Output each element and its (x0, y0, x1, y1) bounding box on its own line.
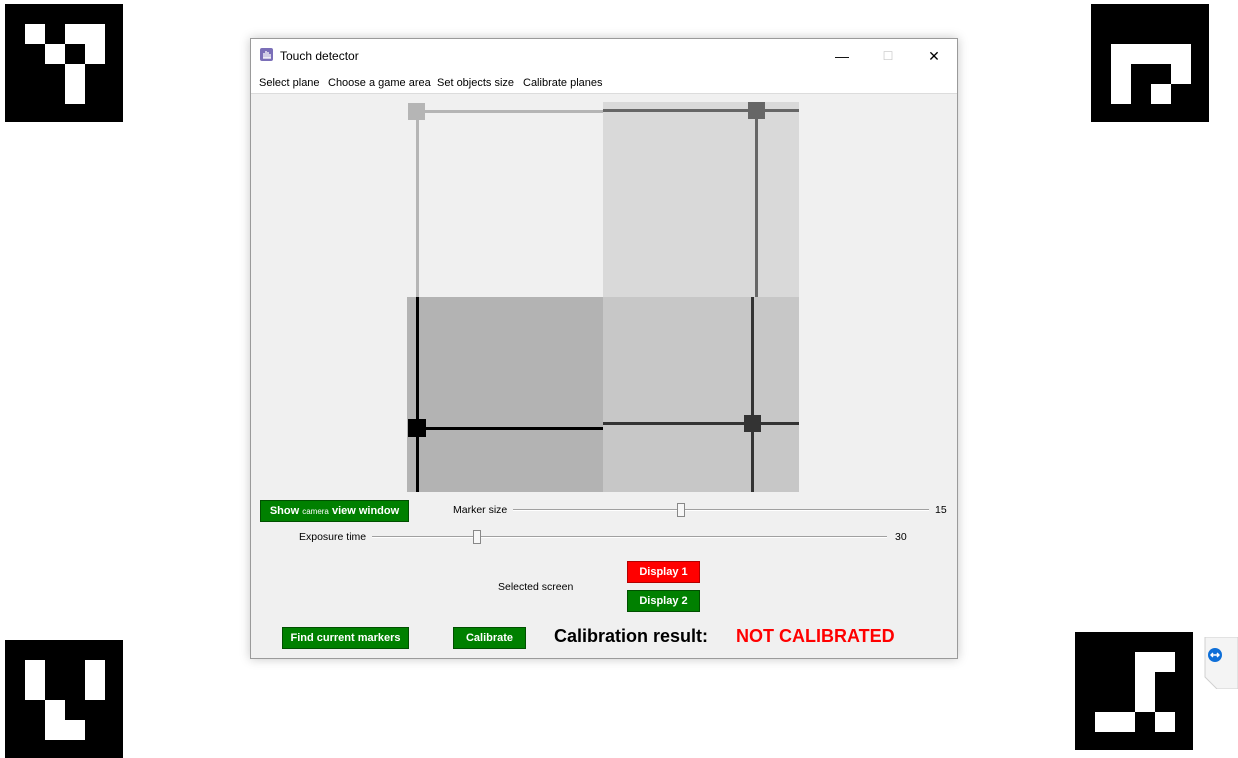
minimize-button[interactable]: — (819, 39, 865, 73)
display-2-button[interactable]: Display 2 (627, 590, 700, 612)
corner-handle-top-left[interactable] (408, 103, 425, 120)
guide-line (416, 110, 419, 297)
guide-line (416, 110, 603, 113)
remote-session-widget[interactable] (1203, 636, 1238, 690)
aruco-marker-bottom-left (5, 640, 123, 758)
quadrant-bottom-right (603, 297, 799, 492)
app-hand-icon (260, 48, 273, 61)
corner-handle-bottom-right[interactable] (744, 415, 761, 432)
menu-calibrate-planes[interactable]: Calibrate planes (523, 77, 603, 89)
touch-detector-window: Touch detector — ☐ ✕ Select plane Choose… (250, 38, 958, 659)
guide-line (751, 297, 754, 492)
marker-size-slider-thumb[interactable] (677, 503, 686, 517)
show-camera-label-suffix: view window (328, 505, 400, 517)
quadrant-bottom-left (407, 297, 603, 492)
maximize-button[interactable]: ☐ (865, 39, 911, 73)
exposure-time-value: 30 (895, 531, 907, 543)
corner-handle-bottom-left[interactable] (408, 419, 426, 437)
plane-preview-canvas[interactable] (407, 102, 799, 492)
selected-screen-label: Selected screen (498, 581, 574, 593)
quadrant-top-left (407, 102, 603, 297)
find-current-markers-button[interactable]: Find current markers (282, 627, 409, 649)
menu-bar: Select plane Choose a game area Set obje… (251, 73, 957, 94)
title-bar: Touch detector — ☐ ✕ (251, 39, 957, 73)
corner-handle-top-right[interactable] (748, 102, 765, 119)
show-camera-label-small: camera (302, 507, 329, 516)
exposure-time-slider-thumb[interactable] (472, 530, 481, 544)
display-1-button[interactable]: Display 1 (627, 561, 700, 583)
aruco-marker-top-left (5, 4, 123, 122)
menu-choose-game-area[interactable]: Choose a game area (328, 77, 431, 89)
guide-line (416, 427, 603, 430)
menu-select-plane[interactable]: Select plane (259, 77, 320, 89)
calibration-result-value: NOT CALIBRATED (736, 626, 895, 646)
aruco-marker-top-right (1091, 4, 1209, 122)
guide-line (603, 109, 799, 112)
exposure-time-slider-track[interactable] (372, 536, 887, 538)
show-camera-view-button[interactable]: Show camera view window (260, 500, 409, 522)
exposure-time-label: Exposure time (299, 531, 367, 543)
quadrant-top-right (603, 102, 799, 297)
marker-size-value: 15 (935, 504, 947, 516)
guide-line (603, 422, 799, 425)
show-camera-label-prefix: Show (269, 505, 303, 517)
guide-line (755, 109, 758, 297)
guide-line (416, 297, 419, 492)
close-button[interactable]: ✕ (911, 39, 957, 73)
window-title: Touch detector (280, 49, 359, 63)
marker-size-slider-track[interactable] (513, 509, 929, 511)
aruco-marker-bottom-right (1075, 632, 1193, 750)
calibration-result-label: Calibration result: (554, 626, 709, 646)
calibrate-button[interactable]: Calibrate (453, 627, 526, 649)
marker-size-label: Marker size (453, 504, 508, 516)
menu-set-objects-size[interactable]: Set objects size (437, 77, 514, 89)
